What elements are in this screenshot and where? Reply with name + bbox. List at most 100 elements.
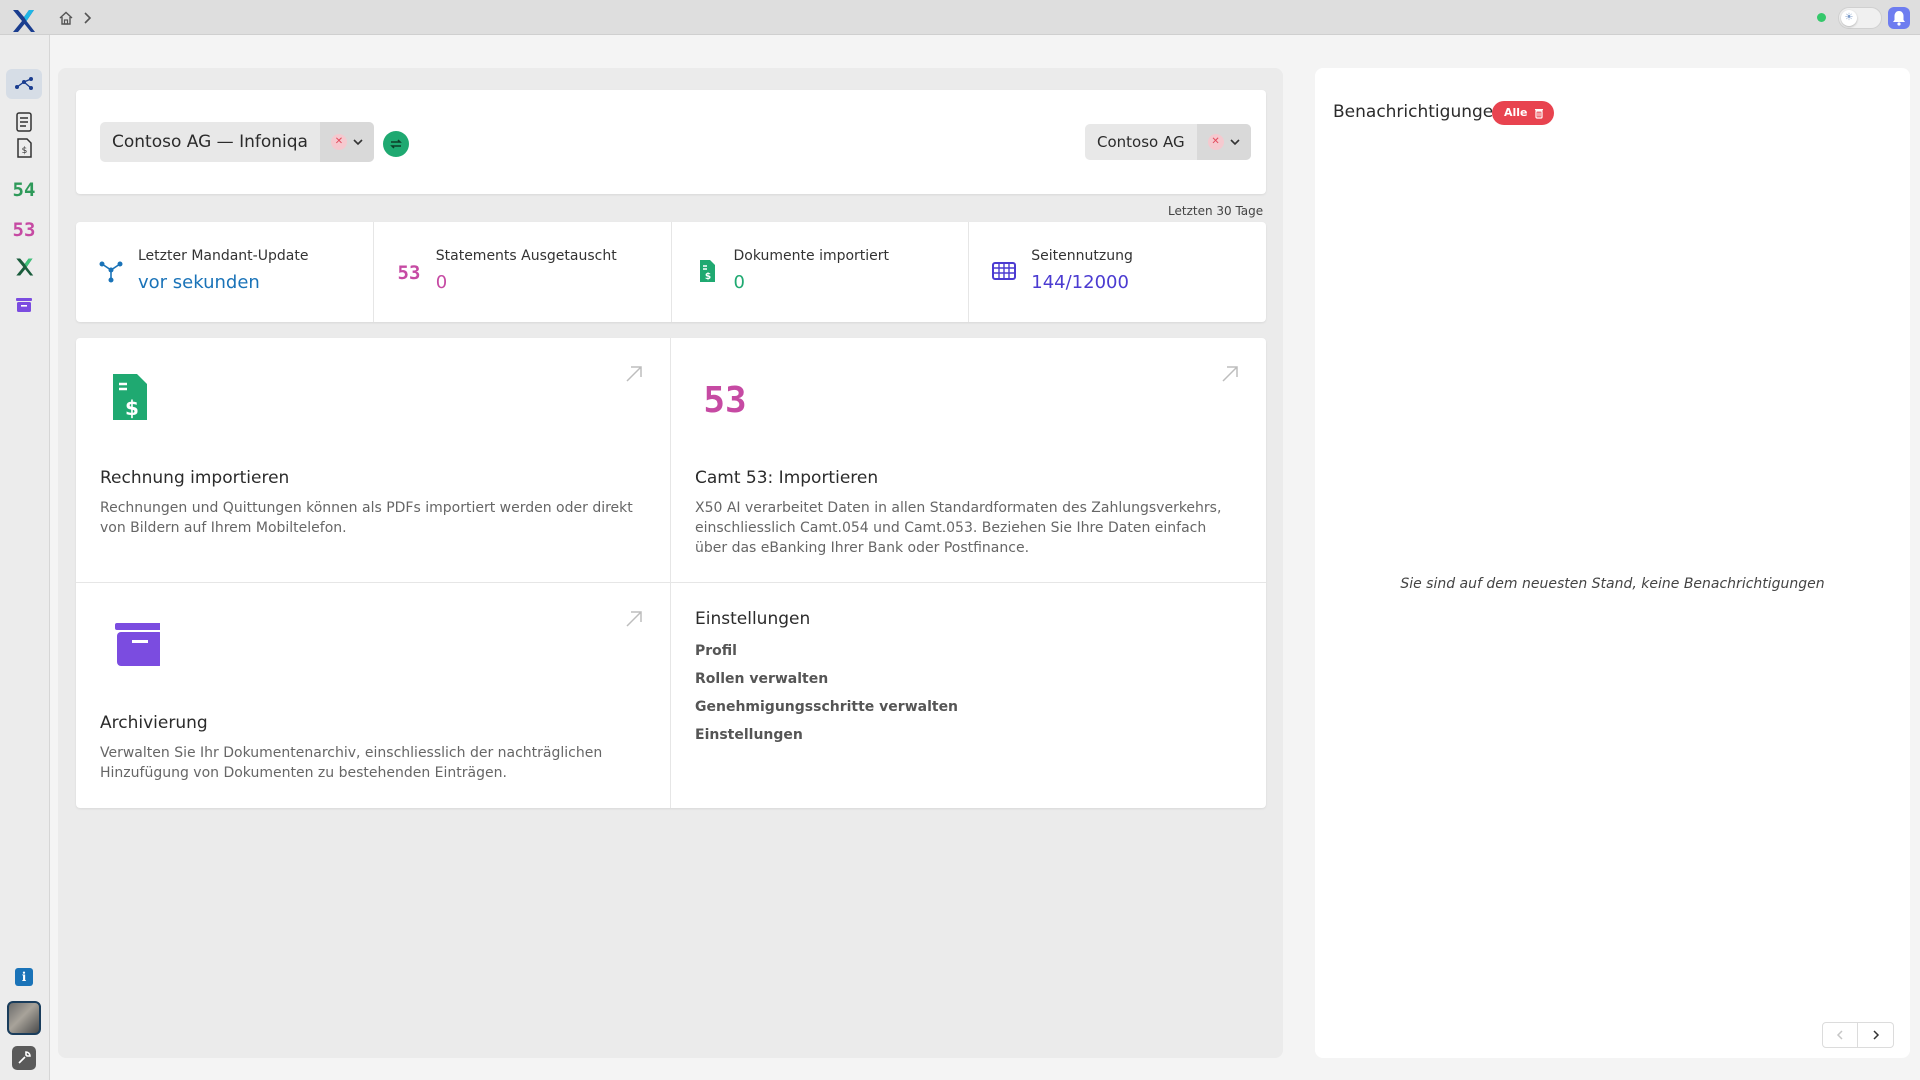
tile-description: Rechnungen und Quittungen können als PDF… — [100, 500, 633, 536]
company-select-value: Contoso AG — [1097, 133, 1185, 151]
stat-last-update: Letzter Mandant-Update vor sekunden — [76, 222, 374, 322]
tile-archive[interactable]: Archivierung Verwalten Sie Ihr Dokumente… — [76, 583, 671, 808]
camt53-icon: 53 — [13, 219, 36, 240]
svg-text:54: 54 — [13, 179, 36, 200]
stat-label: Seitennutzung — [1031, 248, 1133, 264]
avatar-image — [7, 1001, 41, 1035]
stat-value: 144/12000 — [1031, 272, 1129, 293]
avatar[interactable] — [6, 1000, 42, 1036]
sidebar-item-info[interactable]: i — [6, 962, 42, 992]
x-logo-icon[interactable] — [10, 8, 36, 34]
range-label: Letzten 30 Tage — [1168, 204, 1264, 218]
company-select[interactable]: Contoso AG ✕ — [1085, 124, 1251, 160]
x50-icon — [16, 258, 34, 276]
invoice-icon: $ — [113, 374, 147, 420]
company-select-controls: ✕ — [1196, 124, 1251, 160]
settings-link-settings[interactable]: Einstellungen — [695, 727, 803, 743]
top-bar: ☀ — [0, 0, 1920, 35]
notifications-panel: Benachrichtigungen Alle Sie sind auf dem… — [1315, 68, 1910, 1058]
prev-page-button[interactable] — [1822, 1022, 1858, 1048]
sync-icon — [390, 139, 402, 149]
document-list-icon — [16, 112, 32, 132]
invoice-icon: $ — [699, 260, 715, 282]
tools-icon — [12, 1046, 36, 1070]
sidebar: $ 54 53 i — [0, 35, 50, 1080]
camt53-icon: 53 — [397, 262, 420, 284]
notifications-title: Benachrichtigungen — [1333, 102, 1505, 122]
status-indicator — [1817, 13, 1826, 22]
sidebar-item-x50[interactable] — [6, 252, 42, 282]
archive-icon — [115, 623, 160, 666]
svg-text:53: 53 — [13, 219, 36, 240]
camt54-icon: 54 — [13, 179, 36, 200]
tile-invoice-import[interactable]: $ Rechnung importieren Rechnungen und Qu… — [76, 338, 671, 583]
network-icon — [99, 261, 123, 283]
stat-label: Dokumente importiert — [733, 248, 890, 264]
settings-link-approval-steps[interactable]: Genehmigungsschritte verwalten — [695, 699, 958, 715]
theme-toggle[interactable]: ☀ — [1838, 7, 1882, 29]
pagination — [1822, 1022, 1894, 1048]
chevron-down-icon[interactable] — [353, 138, 363, 146]
tiles-card: $ Rechnung importieren Rechnungen und Qu… — [76, 338, 1266, 808]
chevron-left-icon — [1836, 1030, 1843, 1040]
tile-description: Verwalten Sie Ihr Dokumentenarchiv, eins… — [100, 745, 603, 781]
clear-icon[interactable]: ✕ — [330, 134, 347, 150]
network-icon — [15, 77, 33, 90]
sidebar-item-invoices[interactable]: $ — [6, 133, 42, 163]
grid-icon — [992, 262, 1017, 280]
info-icon: i — [15, 968, 33, 986]
chevron-right-icon — [84, 12, 92, 24]
sidebar-item-tools[interactable] — [6, 1043, 42, 1073]
tile-title: Rechnung importieren — [100, 468, 290, 488]
svg-text:$: $ — [22, 146, 28, 156]
sun-icon: ☀ — [1841, 10, 1857, 26]
archive-icon — [16, 298, 32, 312]
stat-page-usage: Seitennutzung 144/12000 — [969, 222, 1266, 322]
chevron-down-icon[interactable] — [1230, 138, 1240, 146]
empty-notifications-message: Sie sind auf dem neuesten Stand, keine B… — [1400, 576, 1825, 592]
arrow-up-right-icon[interactable] — [624, 609, 644, 629]
tile-settings: Einstellungen Profil Rollen verwalten Ge… — [671, 583, 1266, 808]
svg-text:53: 53 — [397, 262, 420, 284]
badge-label: Alle — [1504, 106, 1528, 119]
stat-label: Statements Ausgetauscht — [435, 248, 617, 264]
bell-icon — [1893, 11, 1905, 26]
sidebar-item-camt53[interactable]: 53 — [6, 213, 42, 243]
trash-icon — [1534, 109, 1543, 119]
mandant-select[interactable]: Contoso AG — Infoniqa ✕ — [100, 122, 374, 162]
mandant-select-controls: ✕ — [319, 122, 374, 162]
stat-value: vor sekunden — [138, 272, 260, 293]
main-panel: Contoso AG — Infoniqa ✕ Contoso AG ✕ Let… — [58, 68, 1283, 1058]
stat-documents: $ Dokumente importiert 0 — [672, 222, 970, 322]
settings-link-profile[interactable]: Profil — [695, 643, 737, 659]
stat-statements: 53 Statements Ausgetauscht 0 — [374, 222, 672, 322]
tile-camt53-import[interactable]: 53 Camt 53: Importieren X50 AI verarbeit… — [671, 338, 1266, 583]
stats-card: Letzter Mandant-Update vor sekunden 53 S… — [76, 222, 1266, 322]
arrow-up-right-icon[interactable] — [1220, 364, 1240, 384]
next-page-button[interactable] — [1858, 1022, 1894, 1048]
sidebar-item-camt54[interactable]: 54 — [6, 173, 42, 203]
stat-value: 0 — [435, 272, 448, 293]
tile-description: X50 AI verarbeitet Daten in allen Standa… — [695, 500, 1222, 556]
tile-title: Archivierung — [100, 713, 208, 733]
sidebar-item-archive[interactable] — [6, 290, 42, 320]
sidebar-item-network[interactable] — [6, 69, 42, 99]
selector-card: Contoso AG — Infoniqa ✕ Contoso AG ✕ — [76, 90, 1266, 194]
svg-text:53: 53 — [705, 380, 745, 421]
stat-label: Letzter Mandant-Update — [138, 248, 309, 264]
home-icon[interactable] — [58, 10, 74, 26]
invoice-icon: $ — [17, 138, 32, 158]
camt53-icon: 53 — [705, 380, 745, 421]
chevron-right-icon — [1872, 1030, 1879, 1040]
notifications-button[interactable] — [1888, 7, 1910, 29]
clear-icon[interactable]: ✕ — [1207, 134, 1224, 150]
arrow-up-right-icon[interactable] — [624, 364, 644, 384]
svg-text:$: $ — [704, 272, 710, 282]
clear-all-badge[interactable]: Alle — [1492, 101, 1554, 125]
tile-title: Einstellungen — [695, 609, 811, 629]
settings-link-roles[interactable]: Rollen verwalten — [695, 671, 828, 687]
tile-title: Camt 53: Importieren — [695, 468, 879, 488]
stat-value: 0 — [733, 272, 745, 293]
sync-button[interactable] — [383, 131, 409, 157]
svg-text:$: $ — [125, 396, 139, 420]
